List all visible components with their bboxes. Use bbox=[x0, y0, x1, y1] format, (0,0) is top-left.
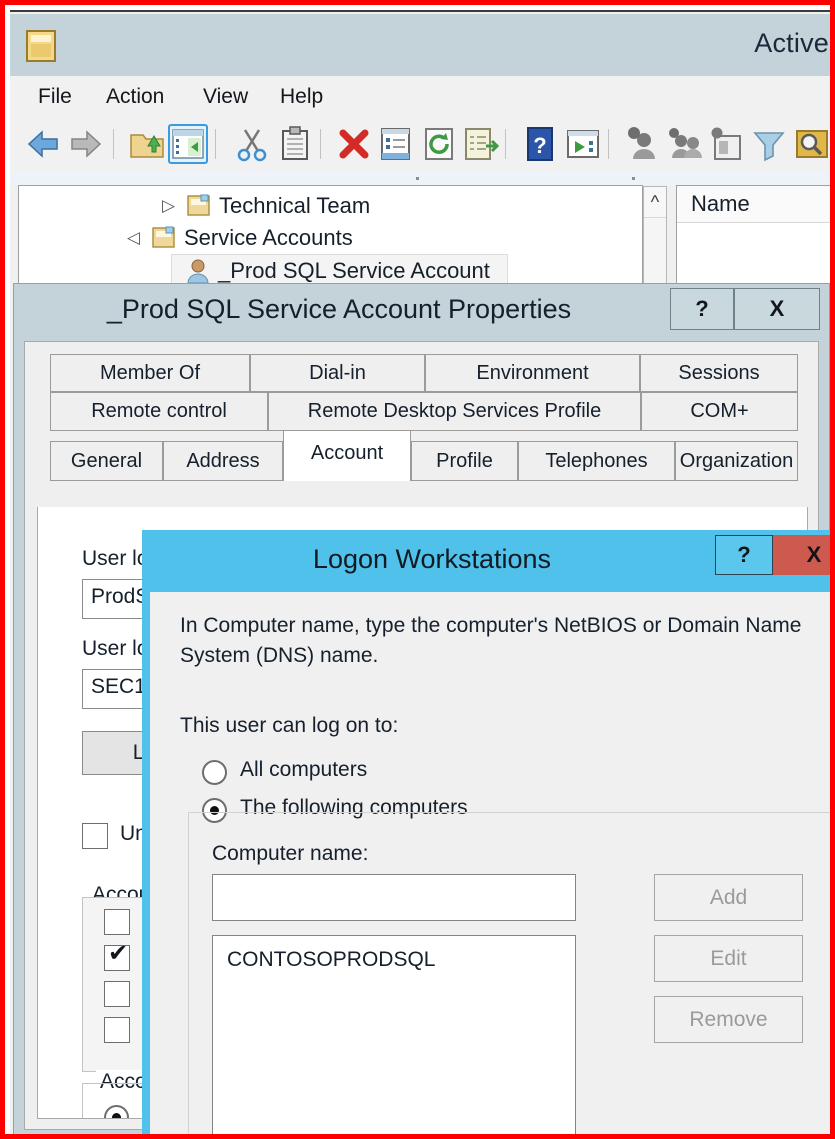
ou-folder-icon bbox=[152, 226, 175, 248]
tab-remote-desktop-services-profile[interactable]: Remote Desktop Services Profile bbox=[268, 392, 641, 431]
toolbar-separator bbox=[608, 129, 609, 159]
properties-dialog-title: _Prod SQL Service Account Properties bbox=[106, 294, 572, 324]
add-button[interactable]: Add bbox=[654, 874, 803, 921]
unlock-account-checkbox[interactable] bbox=[82, 823, 108, 849]
new-ou-icon[interactable] bbox=[707, 124, 747, 164]
logon-workstations-body: In Computer name, type the computer's Ne… bbox=[150, 592, 830, 1134]
console-tree-pane: ▷ Technical Team ◁ Service Accounts _Pro… bbox=[18, 185, 643, 290]
toolbar: ? bbox=[10, 117, 830, 172]
toolbar-separator bbox=[505, 129, 506, 159]
account-option-checkbox-2[interactable]: ✔ bbox=[104, 941, 130, 971]
logon-workstations-dialog: Logon Workstations ? X In Computer name,… bbox=[142, 530, 830, 1134]
account-option-checkbox-4[interactable] bbox=[104, 1017, 130, 1043]
export-list-icon[interactable] bbox=[460, 124, 500, 164]
tree-vertical-scrollbar[interactable]: ^ bbox=[643, 186, 667, 289]
svg-text:?: ? bbox=[533, 133, 546, 158]
mmc-window-title: Active bbox=[754, 28, 829, 58]
tree-item-label: Technical Team bbox=[219, 193, 371, 218]
tab-general[interactable]: General bbox=[50, 441, 163, 481]
tab-address[interactable]: Address bbox=[163, 441, 283, 481]
show-hide-tree-icon[interactable] bbox=[168, 124, 208, 164]
find-icon[interactable] bbox=[791, 124, 830, 164]
tree-item-service-accounts[interactable]: ◁ Service Accounts bbox=[19, 222, 642, 254]
tree-item-label: _Prod SQL Service Account bbox=[218, 258, 490, 283]
toolbar-separator bbox=[320, 129, 321, 159]
tab-environment[interactable]: Environment bbox=[425, 354, 640, 392]
splitter-dot bbox=[416, 177, 419, 180]
tab-member-of[interactable]: Member Of bbox=[50, 354, 250, 392]
edit-button[interactable]: Edit bbox=[654, 935, 803, 982]
tab-telephones[interactable]: Telephones bbox=[518, 441, 675, 481]
list-column-header-row: Name bbox=[677, 186, 830, 223]
back-arrow-icon[interactable] bbox=[24, 124, 64, 164]
description-line-1: In Computer name, type the computer's Ne… bbox=[180, 614, 802, 637]
tree-item-prod-sql-service-account[interactable]: _Prod SQL Service Account bbox=[171, 254, 508, 286]
chevron-down-icon[interactable]: ◁ bbox=[127, 228, 140, 248]
tab-sessions[interactable]: Sessions bbox=[640, 354, 798, 392]
description-line-2: System (DNS) name. bbox=[180, 644, 379, 667]
column-header-name[interactable]: Name bbox=[691, 191, 750, 217]
tab-remote-control[interactable]: Remote control bbox=[50, 392, 268, 431]
properties-help-button[interactable]: ? bbox=[670, 288, 734, 330]
console-icon bbox=[26, 30, 56, 62]
cut-icon[interactable] bbox=[232, 124, 272, 164]
new-user-icon[interactable] bbox=[623, 124, 663, 164]
tab-profile[interactable]: Profile bbox=[411, 441, 518, 481]
paste-icon[interactable] bbox=[275, 124, 315, 164]
computer-name-label: Computer name: bbox=[212, 842, 369, 865]
up-folder-icon[interactable] bbox=[127, 124, 167, 164]
new-group-icon[interactable] bbox=[665, 124, 705, 164]
log-on-to-prompt: This user can log on to: bbox=[180, 714, 399, 737]
toolbar-separator bbox=[113, 129, 114, 159]
ou-folder-icon bbox=[187, 194, 210, 216]
checkmark-icon: ✔ bbox=[108, 940, 129, 967]
menu-bar: File Action View Help bbox=[10, 76, 830, 118]
logon-workstations-title: Logon Workstations bbox=[312, 544, 552, 574]
help-icon[interactable]: ? bbox=[520, 124, 560, 164]
tab-dial-in[interactable]: Dial-in bbox=[250, 354, 425, 392]
splitter-dot bbox=[632, 177, 635, 180]
list-item[interactable]: CONTOSOPRODSQL bbox=[227, 948, 561, 972]
tab-com-plus[interactable]: COM+ bbox=[641, 392, 798, 431]
account-option-checkbox-3[interactable] bbox=[104, 981, 130, 1007]
results-list-pane: Name bbox=[676, 185, 830, 290]
logon-workstations-help-button[interactable]: ? bbox=[715, 535, 773, 575]
account-option-checkbox-1[interactable] bbox=[104, 909, 130, 935]
logon-workstations-close-button[interactable]: X bbox=[773, 535, 830, 575]
menu-item-file[interactable]: File bbox=[32, 83, 78, 111]
forward-arrow-icon[interactable] bbox=[65, 124, 105, 164]
properties-close-button[interactable]: X bbox=[734, 288, 820, 330]
all-computers-label: All computers bbox=[240, 758, 368, 781]
pane-splitter[interactable] bbox=[10, 171, 830, 185]
menu-item-action[interactable]: Action bbox=[100, 83, 170, 111]
radio-dot-icon bbox=[112, 1113, 121, 1118]
delete-icon[interactable] bbox=[334, 124, 374, 164]
toolbar-separator bbox=[215, 129, 216, 159]
tab-organization[interactable]: Organization bbox=[675, 441, 798, 481]
tree-item-label: Service Accounts bbox=[184, 225, 353, 250]
mmc-title-bar: Active bbox=[10, 14, 830, 77]
properties-icon[interactable] bbox=[376, 124, 416, 164]
chevron-right-icon[interactable]: ▷ bbox=[162, 196, 175, 216]
filter-icon[interactable] bbox=[749, 124, 789, 164]
screenshot-root: Active File Action View Help ? ▷ Technic… bbox=[0, 0, 835, 1139]
scroll-up-icon[interactable]: ^ bbox=[644, 187, 666, 218]
menu-item-view[interactable]: View bbox=[197, 83, 254, 111]
computer-list-box[interactable]: CONTOSOPRODSQL bbox=[212, 935, 576, 1134]
remove-button[interactable]: Remove bbox=[654, 996, 803, 1043]
tree-item-technical-team[interactable]: ▷ Technical Team bbox=[19, 190, 642, 222]
all-computers-radio[interactable] bbox=[202, 760, 227, 785]
menu-item-help[interactable]: Help bbox=[274, 83, 329, 111]
computer-name-input[interactable] bbox=[212, 874, 576, 921]
tab-account[interactable]: Account bbox=[283, 430, 411, 481]
run-icon[interactable] bbox=[563, 124, 603, 164]
user-icon bbox=[186, 258, 210, 284]
refresh-icon[interactable] bbox=[419, 124, 459, 164]
